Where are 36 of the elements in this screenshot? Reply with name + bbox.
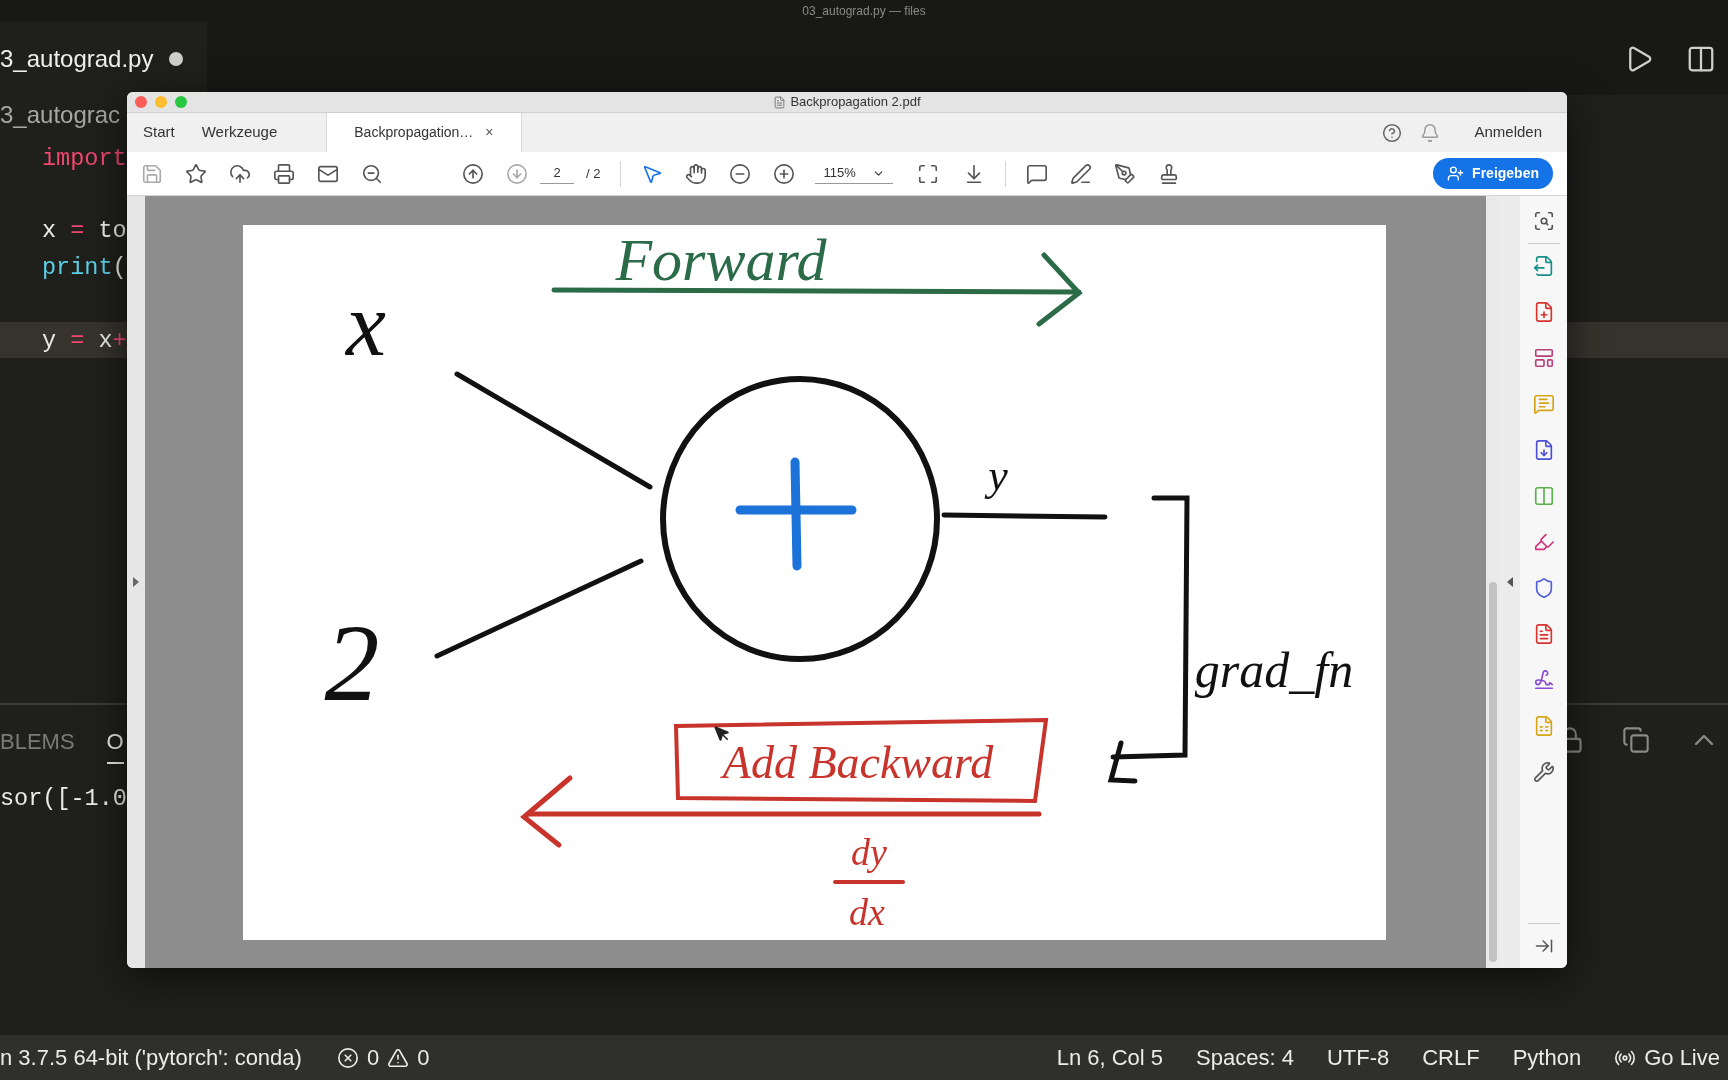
status-item[interactable]: Ln 6, Col 5	[1056, 1041, 1164, 1074]
share-button[interactable]: Freigeben	[1433, 158, 1553, 189]
add-backward-label: Add Backward	[722, 737, 994, 788]
breadcrumb[interactable]: 3_autograc	[0, 97, 121, 133]
code-line: y = x+	[42, 325, 127, 356]
grad-fn-label: grad_fn	[1194, 642, 1354, 698]
window-title: Backpropagation 2.pdf	[790, 93, 921, 112]
warning-count[interactable]: 0	[417, 1041, 430, 1074]
panel-tab[interactable]: O	[106, 716, 124, 764]
page-count: / 2	[586, 164, 601, 183]
error-count[interactable]: 0	[366, 1041, 380, 1074]
status-item[interactable]: UTF-8	[1326, 1041, 1390, 1074]
panel-tab[interactable]: BLEMS	[0, 716, 75, 764]
dy-label: dy	[851, 831, 887, 873]
python-interpreter[interactable]: n 3.7.5 64-bit ('pytorch': conda)	[0, 1041, 302, 1074]
page-number-field[interactable]: 2	[540, 163, 574, 184]
forward-label: Forward	[615, 227, 827, 293]
terminal-output: sor([-1.0	[0, 784, 128, 814]
zoom-level-field[interactable]: 115%	[815, 163, 894, 184]
status-item[interactable]: CRLF	[1422, 1041, 1480, 1074]
go-live[interactable]: Go Live	[1644, 1041, 1720, 1074]
editor-tab[interactable]: 3_autograd.py	[0, 22, 208, 95]
close-tab-button[interactable]: ×	[485, 122, 494, 143]
code-line: print(	[42, 252, 127, 283]
window-title: 03_autograd.py — files	[802, 3, 926, 20]
code-line: x = to	[42, 216, 127, 247]
menu-tab[interactable]: Werkzeuge	[201, 113, 305, 152]
menu-tab[interactable]: Start	[143, 113, 202, 152]
code-line: import	[42, 143, 127, 174]
dx-label: dx	[849, 891, 885, 933]
sign-in-link[interactable]: Anmelden	[1474, 121, 1542, 144]
status-item[interactable]: Spaces: 4	[1196, 1041, 1294, 1074]
document-tab[interactable]: Backpropagation… ×	[326, 113, 522, 152]
input-x-label: x	[346, 275, 386, 374]
status-item[interactable]: Python	[1512, 1041, 1582, 1074]
input-two-label: 2	[324, 602, 380, 724]
